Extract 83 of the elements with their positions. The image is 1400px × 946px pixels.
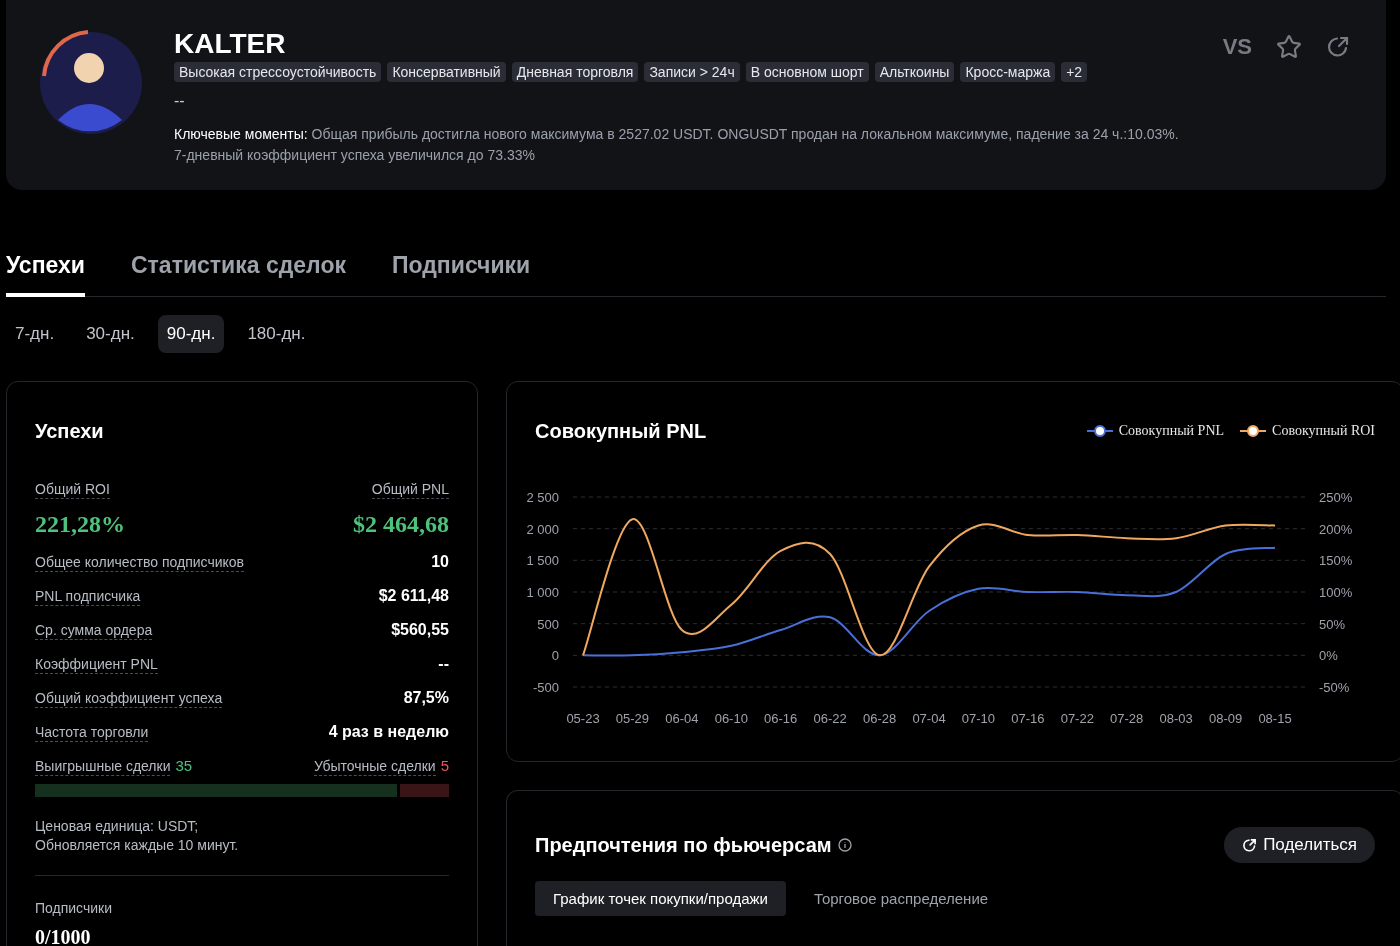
axis-label: 07-28: [1110, 711, 1144, 726]
loss-count: 5: [440, 757, 449, 774]
subscribers-count: 0/1000: [35, 926, 92, 946]
stat-value: $560,55: [391, 621, 449, 639]
period-tab[interactable]: 7-дн.: [6, 315, 64, 353]
tag: Записи > 24ч: [644, 62, 740, 82]
axis-label: 08-03: [1159, 711, 1193, 726]
axis-label: 05-23: [566, 711, 600, 726]
axis-label: 1 000: [526, 585, 559, 600]
subscribers-label: Подписчики: [35, 900, 113, 916]
pnl-value: $2 464,68: [353, 511, 449, 538]
stat-label: Убыточные сделки: [313, 758, 436, 776]
stat-value: --: [438, 655, 449, 673]
stat-value: 10: [431, 553, 449, 571]
axis-label: 07-10: [961, 711, 996, 726]
stat-label: Общий коэффициент успеха: [35, 690, 223, 708]
info-icon[interactable]: [837, 838, 852, 852]
axis-label: 1 500: [526, 553, 559, 569]
axis-label: 500: [537, 616, 559, 632]
tag: Высокая стрессоустойчивость: [174, 62, 382, 82]
roi-value: 221,28%: [35, 511, 125, 538]
stat-value: 4 раз в неделю: [328, 723, 449, 741]
stat-label: Общее количество подписчиков: [35, 554, 245, 572]
axis-label: 06-10: [714, 711, 748, 726]
win-count: 35: [175, 757, 193, 774]
card-title: Предпочтения по фьючерсам: [535, 833, 832, 857]
period-tab[interactable]: 30-дн.: [77, 315, 144, 353]
axis-label: 50%: [1319, 616, 1346, 632]
axis-label: 100%: [1319, 585, 1353, 600]
period-tab[interactable]: 90-дн.: [157, 315, 225, 353]
tag: Кросс-маржа: [960, 62, 1056, 82]
stat-label: Общий PNL: [371, 481, 449, 499]
stat-label: PNL подписчика: [35, 588, 141, 606]
star-icon[interactable]: [1276, 34, 1302, 60]
axis-label: 06-22: [813, 711, 847, 726]
stat-label: Общий ROI: [35, 481, 110, 499]
axis-label: 0: [551, 648, 559, 664]
chart-tab[interactable]: График точек покупки/продажи: [535, 881, 786, 916]
stat-label: Частота торговли: [35, 724, 149, 742]
axis-label: 200%: [1319, 521, 1353, 537]
axis-label: 08-09: [1208, 711, 1243, 726]
axis-label: 0%: [1319, 648, 1338, 664]
stat-label: Коэффициент PNL: [35, 656, 158, 674]
axis-label: 07-16: [1011, 711, 1045, 726]
axis-label: 08-15: [1258, 711, 1292, 726]
axis-label: 05-29: [615, 711, 650, 726]
note-text: Ценовая единица: USDT; Обновляется каждые 10 минут.: [35, 817, 240, 855]
trader-name: KALTER: [174, 28, 287, 60]
legend-label: Совокупный ROI: [1272, 423, 1375, 439]
tag: Альткоины: [874, 62, 955, 82]
share-icon[interactable]: [1326, 35, 1350, 59]
bio-text: --: [174, 92, 186, 110]
compare-button[interactable]: VS: [1222, 34, 1252, 60]
share-button[interactable]: Поделиться: [1224, 827, 1375, 863]
stat-value: $2 611,48: [378, 587, 449, 605]
chart-tab[interactable]: Торговое распределение: [795, 881, 1007, 916]
period-tab[interactable]: 180-дн.: [238, 315, 315, 353]
tag: Дневная торговля: [511, 62, 639, 82]
tab[interactable]: Успехи: [6, 252, 85, 297]
axis-label: 07-04: [912, 711, 946, 726]
tag: Консервативный: [387, 62, 506, 82]
tag: В основном шорт: [745, 62, 869, 82]
highlights-text: Ключевые моменты: Общая прибыль достигла нового максимума в 2527.02 USDT. ONGUSDT продан на локальном максимуме, падение за 24 ч.:10.03%. 7-дневный коэффициент успеха увеличился до 73.33%: [174, 125, 1179, 165]
stat-label: Ср. сумма ордера: [35, 622, 153, 640]
axis-label: 06-16: [764, 711, 798, 726]
stat-label: Выигрышные сделки: [35, 758, 171, 776]
card-title: Совокупный PNL: [535, 420, 707, 443]
tab[interactable]: Подписчики: [392, 252, 531, 297]
axis-label: 2 500: [526, 490, 559, 505]
axis-label: 06-04: [665, 711, 699, 726]
share-icon: [1242, 837, 1258, 853]
card-title: Успехи: [35, 420, 105, 443]
axis-label: 150%: [1319, 553, 1353, 569]
axis-label: -500: [532, 680, 559, 695]
stat-value: 87,5%: [403, 689, 449, 707]
tag: +2: [1061, 62, 1088, 82]
axis-label: 06-28: [862, 711, 897, 726]
axis-label: 250%: [1319, 490, 1353, 505]
axis-label: -50%: [1319, 680, 1350, 695]
axis-label: 2 000: [526, 521, 559, 537]
tab[interactable]: Статистика сделок: [130, 252, 346, 297]
axis-label: 07-22: [1060, 711, 1094, 726]
legend-label: Совокупный PNL: [1118, 423, 1225, 439]
